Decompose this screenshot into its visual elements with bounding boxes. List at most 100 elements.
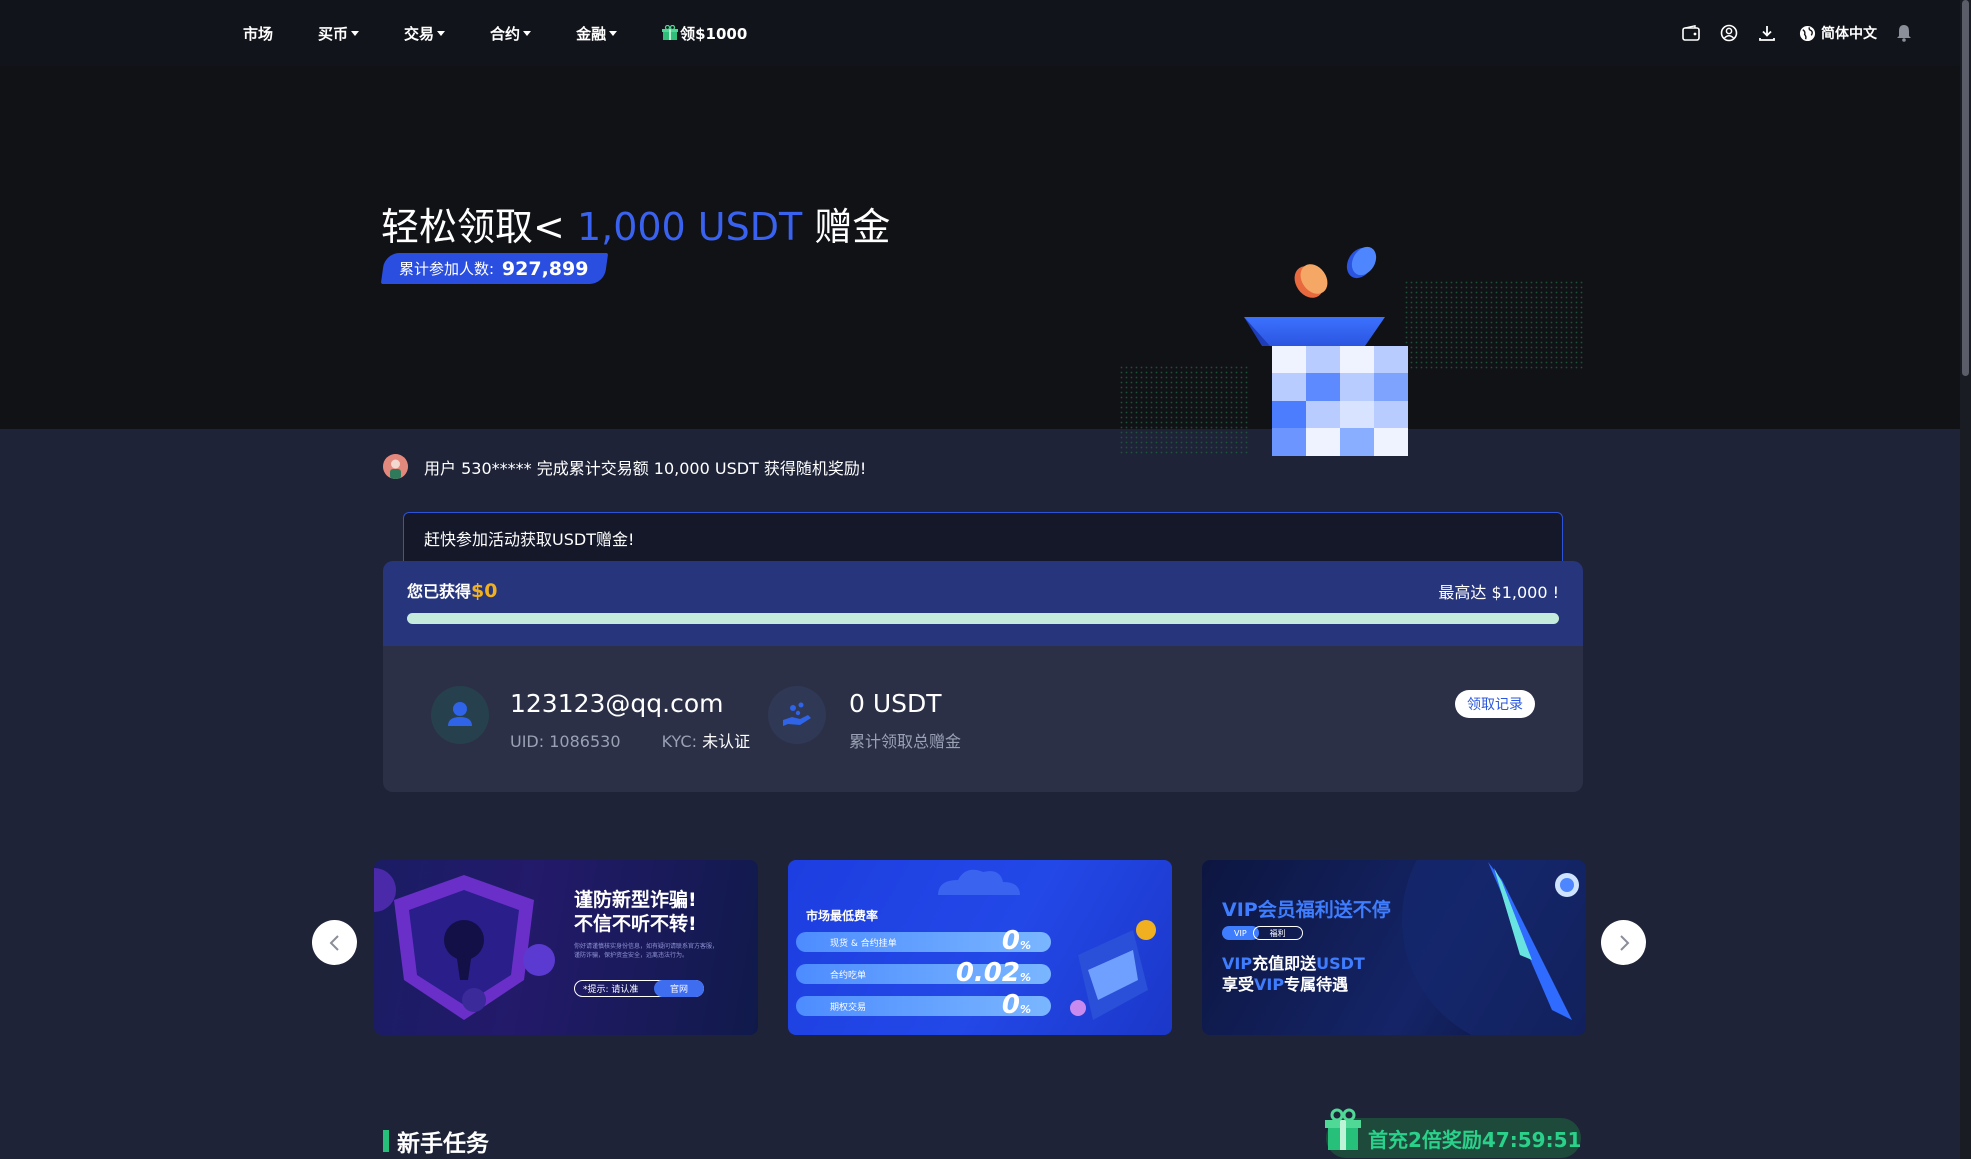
hero-section: 轻松领取< 1,000 USDT 赠金 累计参加人数: 927,899 (0, 66, 1960, 456)
nav-item-label: 领$1000 (680, 24, 748, 43)
fee-row-spot: 现货 & 合约挂单 0% (796, 926, 1051, 956)
banner-text: 享受 (1222, 975, 1255, 994)
nav-item-label: 合约 (490, 24, 521, 43)
participants-badge: 累计参加人数: 927,899 (380, 253, 609, 284)
fee-row-options: 期权交易 0% (796, 990, 1051, 1020)
fee-row-value: 0% (1002, 990, 1031, 1020)
chevron-left-icon (329, 934, 339, 951)
banner-title-line: 不信不听不转! (574, 913, 697, 935)
nav-item-label: 市场 (243, 24, 274, 43)
hero-title-prefix: 轻松领取< (381, 205, 565, 249)
hero-title-amount: 1,000 USDT (576, 205, 803, 249)
fee-row-value: 0% (1002, 926, 1031, 956)
banner-anti-fraud[interactable]: 谨防新型诈骗! 不信不听不转! 你好请谨慎核实身份信息，如有疑问请联系官方客服，… (374, 860, 758, 1035)
nav-item-label: 金融 (576, 24, 607, 43)
highlight-text: VIP (1254, 975, 1285, 994)
benefit-tag: 福利 (1252, 926, 1303, 940)
fee-unit: % (1019, 1003, 1031, 1016)
reward-card: 您已获得$0 最高达 $1,000 ! 123123@qq.com UID: 1… (383, 561, 1583, 792)
user-icon[interactable] (1718, 22, 1740, 44)
banner-line: 享受VIP专属待遇 (1222, 971, 1348, 995)
fee-row-label: 期权交易 (830, 1003, 867, 1013)
carousel-prev-button[interactable] (312, 920, 357, 965)
claim-history-button[interactable]: 领取记录 (1455, 690, 1535, 718)
caret-down-icon (437, 30, 446, 36)
total-bonus-value: 0 USDT (849, 689, 942, 718)
promo-countdown-text: 首充2倍奖励47:59:51 (1368, 1127, 1582, 1152)
fee-row-value: 0.02% (956, 958, 1031, 988)
nav-item-label: 买币 (318, 24, 349, 43)
banner-vip[interactable]: VIP会员福利送不停 VIP 福利 VIP充值即送USDT 享受VIP专属待遇 (1202, 860, 1586, 1035)
banner-text: 专属待遇 (1284, 975, 1349, 994)
account-meta: UID: 1086530 KYC: 未认证 (510, 728, 750, 752)
reward-progress-panel: 您已获得$0 最高达 $1,000 ! (383, 561, 1583, 646)
fee-unit: % (1019, 939, 1031, 952)
caret-down-icon (523, 30, 532, 36)
rocket-illustration (1402, 860, 1586, 1035)
nav-item-buy-crypto[interactable]: 买币 (318, 23, 360, 44)
official-site-tag: 官网 (654, 980, 704, 997)
top-nav: 市场 买币 交易 合约 金融 领$1000 简体中文 (0, 0, 1960, 66)
hero-title-suffix: 赠金 (814, 205, 891, 249)
caret-down-icon (351, 30, 360, 36)
nav-item-bonus[interactable]: 领$1000 (662, 23, 747, 44)
max-reward-label: 最高达 $1,000 ! (1438, 583, 1559, 602)
fee-row-label: 现货 & 合约挂单 (830, 939, 897, 949)
nav-item-trade[interactable]: 交易 (404, 23, 446, 44)
nav-menu: 市场 买币 交易 合约 金融 领$1000 (243, 0, 792, 66)
reward-progress-bar (407, 613, 1559, 624)
language-selector[interactable]: 简体中文 (1796, 22, 1877, 44)
banner-title: VIP会员福利送不停 (1222, 899, 1391, 921)
fee-unit: % (1019, 971, 1031, 984)
kyc-label: KYC: (661, 732, 697, 751)
nav-item-futures[interactable]: 合约 (490, 23, 532, 44)
fee-row-taker: 合约吃单 0.02% (796, 958, 1051, 988)
fee-row-label: 合约吃单 (830, 971, 867, 981)
section-title-text: 新手任务 (397, 1131, 489, 1157)
notice-text: 赶快参加活动获取USDT赠金! (424, 529, 635, 549)
fee-value: 0 (1001, 990, 1020, 1020)
download-icon[interactable] (1756, 22, 1778, 44)
fee-value: 0.02 (955, 958, 1020, 988)
earned-label: 您已获得 (407, 582, 472, 601)
vip-tags: VIP 福利 (1222, 926, 1303, 940)
scrollbar-thumb[interactable] (1962, 0, 1969, 376)
banner-low-fees[interactable]: 市场最低费率 现货 & 合约挂单 0% 合约吃单 0.02% 期权交易 0% (788, 860, 1172, 1035)
gift-icon (662, 25, 679, 40)
gift-icon (1325, 1108, 1361, 1150)
chevron-right-icon (1619, 934, 1629, 951)
coin-hand-icon (768, 686, 826, 744)
banner-title: 市场最低费率 (806, 909, 879, 923)
caret-down-icon (609, 30, 618, 36)
page-scrollbar[interactable] (1960, 0, 1971, 1159)
nav-item-market[interactable]: 市场 (243, 23, 273, 44)
banner-fine-print: 你好请谨慎核实身份信息，如有疑问请联系官方客服，谨防诈骗，保护资金安全，远离违法… (574, 943, 719, 959)
bell-icon[interactable] (1893, 22, 1915, 44)
uid-label: UID: (510, 732, 545, 751)
claim-history-label: 领取记录 (1467, 697, 1523, 713)
section-accent-bar (383, 1130, 389, 1152)
language-label: 简体中文 (1821, 26, 1877, 42)
total-bonus-label: 累计领取总赠金 (849, 732, 962, 751)
account-email: 123123@qq.com (510, 689, 724, 718)
activity-ticker: 用户 530***** 完成累计交易额 10,000 USDT 获得随机奖励! (383, 454, 866, 479)
banner-title-line: 谨防新型诈骗! (574, 889, 697, 911)
user-avatar (383, 454, 408, 479)
kyc-status: 未认证 (702, 732, 751, 751)
nav-item-label: 交易 (404, 24, 435, 43)
first-deposit-promo[interactable]: 首充2倍奖励47:59:51 (1325, 1108, 1582, 1158)
banner-tip-text: *提示: 请认准 (583, 985, 639, 995)
earned-value: $0 (471, 580, 498, 602)
nav-item-finance[interactable]: 金融 (576, 23, 618, 44)
earned-amount: 您已获得$0 (407, 578, 497, 602)
participants-label: 累计参加人数: (399, 260, 495, 278)
globe-icon (1796, 22, 1818, 44)
carousel-next-button[interactable] (1601, 920, 1646, 965)
fee-value: 0 (1001, 926, 1020, 956)
banner-tip: *提示: 请认准 官网 (574, 980, 704, 997)
uid-value: 1086530 (549, 732, 621, 751)
gift-box-illustration (1120, 246, 1585, 456)
hero-title: 轻松领取< 1,000 USDT 赠金 (381, 196, 890, 251)
wallet-icon[interactable] (1680, 22, 1702, 44)
banner-title: 谨防新型诈骗! 不信不听不转! (574, 888, 697, 936)
